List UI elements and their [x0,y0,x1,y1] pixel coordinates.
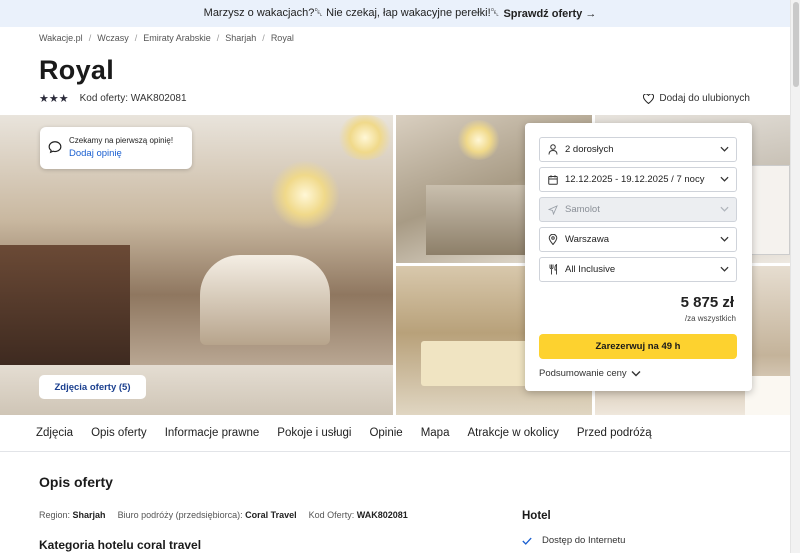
travelers-value: 2 dorosłych [565,144,614,155]
travelers-select[interactable]: 2 dorosłych [539,137,737,162]
total-price: 5 875 zł [680,294,734,311]
section-title: Opis oferty [39,474,113,490]
transport-value: Samolot [565,204,600,215]
location-pin-icon [547,234,559,245]
tab-photos[interactable]: Zdjęcia [36,427,73,439]
tab-legal-info[interactable]: Informacje prawne [165,427,260,439]
first-review-text: Czekamy na pierwszą opinię! [69,136,174,145]
chevron-down-icon [720,204,729,215]
offer-code: Kod oferty: WAK802081 [79,93,187,104]
add-to-favorites-label: Dodaj do ulubionych [659,93,750,104]
hotel-rating: ★★★ Kod oferty: WAK802081 [39,92,187,105]
departure-select[interactable]: Warszawa [539,227,737,252]
tab-before-trip[interactable]: Przed podróżą [577,427,652,439]
offer-photos-button[interactable]: Zdjęcia oferty (5) [39,375,146,399]
price-summary-label: Podsumowanie ceny [539,368,627,379]
tab-rooms-services[interactable]: Pokoje i usługi [277,427,351,439]
plane-icon [547,204,559,215]
cutlery-icon [547,264,559,275]
breadcrumb-item-current: Royal [270,33,294,43]
breadcrumb-separator: / [262,33,265,43]
chevron-down-icon [720,174,729,185]
book-button[interactable]: Zarezerwuj na 49 h [539,334,737,359]
star-rating: ★★★ [39,92,69,105]
operator-info: Biuro podróży (przedsiębiorca): Coral Tr… [117,510,297,520]
person-icon [547,144,559,155]
section-tabs: Zdjęcia Opis oferty Informacje prawne Po… [36,415,652,451]
transport-select: Samolot [539,197,737,222]
checkmark-icon [522,537,532,545]
page-scrollbar[interactable] [790,0,800,553]
hotel-category-title: Kategoria hotelu coral travel [39,538,202,552]
chandelier-light [335,115,393,160]
board-select[interactable]: All Inclusive [539,257,737,282]
breadcrumb-separator: / [216,33,220,43]
star-icon: ★ [48,93,59,105]
reception-desk [0,245,130,365]
promo-banner-cta[interactable]: Sprawdź oferty → [503,8,596,20]
breadcrumb-item[interactable]: Wczasy [97,33,129,43]
first-review-card: Czekamy na pierwszą opinię! Dodaj opinię [40,127,192,169]
offer-meta: Region: Sharjah Biuro podróży (przedsięb… [39,510,408,520]
departure-value: Warszawa [565,234,609,245]
tab-map[interactable]: Mapa [421,427,450,439]
sofa [200,255,330,345]
dates-select[interactable]: 12.12.2025 - 19.12.2025 / 7 nocy [539,167,737,192]
tab-attractions[interactable]: Atrakcje w okolicy [467,427,558,439]
dining-table [421,341,541,386]
speech-bubble-icon [48,141,62,154]
scrollbar-thumb[interactable] [793,2,799,87]
star-icon: ★ [58,93,69,105]
price-note: /za wszystkich [684,314,736,323]
chandelier-light [270,160,340,230]
add-to-favorites-button[interactable]: Dodaj do ulubionych [643,93,750,104]
hotel-section-title: Hotel [522,510,551,522]
tab-description[interactable]: Opis oferty [91,427,147,439]
add-review-link[interactable]: Dodaj opinię [69,148,173,159]
amenity-label: Dostęp do Internetu [542,535,626,546]
breadcrumb: Wakacje.pl / Wczasy / Emiraty Arabskie / Sh… [39,33,294,43]
region-info: Region: Sharjah [39,510,106,520]
chevron-down-icon [720,234,729,245]
promo-banner[interactable]: Marzysz o wakacjach?␡ Nie czekaj, łap wa… [0,0,800,27]
breadcrumb-item[interactable]: Sharjah [225,33,256,43]
star-icon: ★ [39,93,49,105]
tabs-divider [0,451,800,452]
price-summary-toggle[interactable]: Podsumowanie ceny [539,368,641,379]
breadcrumb-separator: / [134,33,138,43]
breadcrumb-item[interactable]: Emiraty Arabskie [143,33,211,43]
board-value: All Inclusive [565,264,616,275]
promo-banner-text: Marzysz o wakacjach?␡ Nie czekaj, łap wa… [203,7,500,19]
heart-icon [643,93,655,104]
breadcrumb-item[interactable]: Wakacje.pl [39,33,83,43]
page-title: Royal [39,55,115,85]
amenity-item: Dostęp do Internetu [522,535,625,546]
booking-panel: 2 dorosłych 12.12.2025 - 19.12.2025 / 7 … [525,123,752,391]
breadcrumb-separator: / [88,33,92,43]
tab-reviews[interactable]: Opinie [369,427,402,439]
chevron-down-icon [720,144,729,155]
calendar-icon [547,174,559,185]
chevron-down-icon [631,371,641,377]
offer-code-info: Kod Oferty: WAK802081 [308,510,408,520]
dates-value: 12.12.2025 - 19.12.2025 / 7 nocy [565,174,705,185]
chandelier-light [456,120,501,160]
chevron-down-icon [720,264,729,275]
